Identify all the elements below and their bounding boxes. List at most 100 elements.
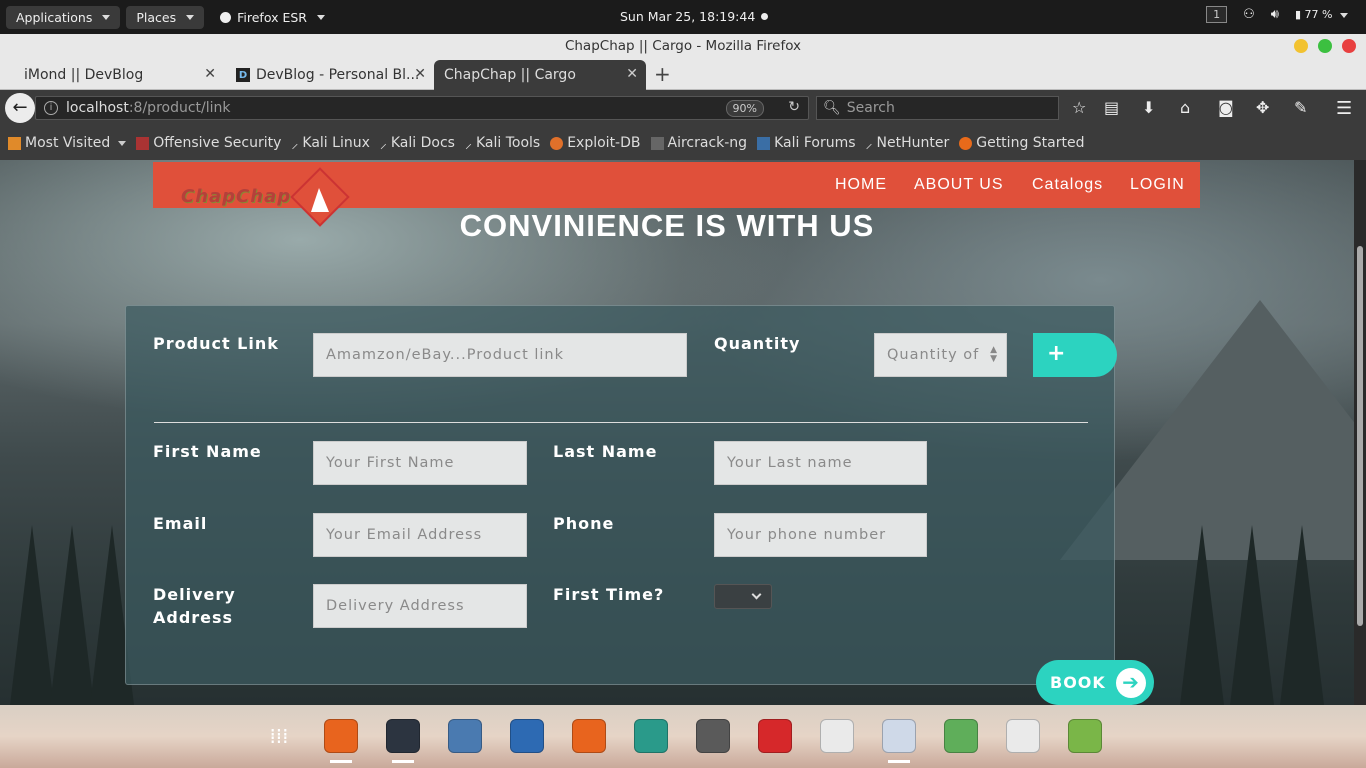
maximize-button[interactable] xyxy=(1318,39,1332,53)
bookmark-kali-tools[interactable]: ⸝ Kali Tools xyxy=(465,134,540,153)
pocket-icon[interactable]: ◙ xyxy=(1218,98,1234,117)
new-tab-button[interactable]: + xyxy=(654,62,671,86)
bookmark-getting-started[interactable]: Getting Started xyxy=(959,135,1084,151)
firefox-app-menu[interactable]: Firefox ESR xyxy=(210,6,335,29)
image-viewer-icon[interactable] xyxy=(944,719,978,753)
firefox-icon[interactable] xyxy=(324,719,358,753)
search-bar[interactable]: 🔍︎ Search xyxy=(816,96,1059,120)
extension-pen-icon[interactable]: ✎ xyxy=(1294,98,1307,117)
last-name-field[interactable] xyxy=(714,441,927,485)
bookmark-label: Exploit-DB xyxy=(567,135,641,151)
offensive-security-icon xyxy=(136,136,150,150)
bookmark-most-visited[interactable]: Most Visited xyxy=(8,135,127,151)
bookmark-kali-docs[interactable]: ⸝ Kali Docs xyxy=(380,134,455,153)
phone-input[interactable] xyxy=(727,527,926,543)
first-time-label: First Time? xyxy=(553,585,665,604)
delivery-address-field[interactable] xyxy=(313,584,527,628)
downloads-icon[interactable]: ⬇ xyxy=(1142,98,1155,117)
email-field[interactable] xyxy=(313,513,527,557)
minimize-button[interactable] xyxy=(1294,39,1308,53)
bookmark-kali-linux[interactable]: ⸝ Kali Linux xyxy=(291,134,369,153)
tab-imond-devblog[interactable]: iMond || DevBlog ✕ xyxy=(14,60,224,90)
atom-icon[interactable] xyxy=(882,719,916,753)
tab-label: DevBlog - Personal Bl... xyxy=(256,67,420,83)
chevron-down-icon xyxy=(118,140,127,146)
product-link-input[interactable] xyxy=(326,347,686,363)
volume-icon[interactable]: 🔊︎ xyxy=(1271,7,1279,22)
editor-icon[interactable] xyxy=(820,719,854,753)
chevron-down-icon xyxy=(186,14,195,20)
clock[interactable]: Sun Mar 25, 18:19:44 xyxy=(620,9,769,24)
bookmark-kali-forums[interactable]: Kali Forums xyxy=(757,135,856,151)
nav-login-link[interactable]: LOGIN xyxy=(1130,176,1185,194)
hamburger-menu-icon[interactable]: ☰ xyxy=(1336,98,1352,119)
quantity-input[interactable] xyxy=(887,347,1006,363)
add-product-button[interactable]: + xyxy=(1033,333,1117,377)
reload-icon[interactable]: ↻ xyxy=(788,99,800,115)
phone-label: Phone xyxy=(553,514,615,533)
first-name-field[interactable] xyxy=(313,441,527,485)
system-tray: 1 ⚇ 🔊︎ ▮ 77 % xyxy=(1206,6,1348,23)
site-info-icon[interactable]: i xyxy=(44,101,58,115)
home-icon[interactable]: ⌂ xyxy=(1180,98,1190,117)
scrollbar-thumb[interactable] xyxy=(1357,246,1363,626)
tab-devblog-personal[interactable]: D DevBlog - Personal Bl... ✕ xyxy=(226,60,434,90)
bookmark-offensive-security[interactable]: Offensive Security xyxy=(136,135,281,151)
tasks-icon[interactable] xyxy=(1006,719,1040,753)
terminal-icon[interactable] xyxy=(386,719,420,753)
bookmark-nethunter[interactable]: ⸝ NetHunter xyxy=(866,134,950,153)
first-name-label: First Name xyxy=(153,442,262,461)
arrow-right-icon: ➔ xyxy=(1116,668,1146,698)
delivery-address-input[interactable] xyxy=(326,598,526,614)
last-name-input[interactable] xyxy=(727,455,926,471)
armitage-icon[interactable] xyxy=(634,719,668,753)
tab-chapchap-cargo[interactable]: ChapChap || Cargo ✕ xyxy=(434,60,646,90)
first-name-input[interactable] xyxy=(326,455,526,471)
applications-menu[interactable]: Applications xyxy=(6,5,121,29)
burpsuite-icon[interactable] xyxy=(572,719,606,753)
maltego-icon[interactable] xyxy=(696,719,730,753)
quantity-field[interactable]: ▲▼ xyxy=(874,333,1007,377)
bookmark-label: Aircrack-ng xyxy=(667,135,748,151)
places-label: Places xyxy=(136,9,177,25)
zoom-indicator[interactable]: 90% xyxy=(725,100,764,117)
kali-forums-icon xyxy=(757,136,771,150)
page-scrollbar[interactable] xyxy=(1354,160,1366,705)
first-time-select[interactable] xyxy=(714,584,772,609)
back-button[interactable]: ← xyxy=(5,93,35,123)
battery-status[interactable]: ▮ 77 % xyxy=(1295,8,1348,21)
close-tab-icon[interactable]: ✕ xyxy=(414,66,426,82)
product-link-field[interactable] xyxy=(313,333,687,377)
reading-list-icon[interactable]: ▤ xyxy=(1104,98,1119,117)
close-tab-icon[interactable]: ✕ xyxy=(204,66,216,82)
android-studio-icon[interactable] xyxy=(1068,719,1102,753)
flashpoint-icon[interactable] xyxy=(758,719,792,753)
tab-label: ChapChap || Cargo xyxy=(444,67,576,83)
nav-home-link[interactable]: HOME xyxy=(835,176,887,194)
delivery-address-label: Delivery Address xyxy=(153,583,236,629)
metasploit-icon[interactable] xyxy=(510,719,544,753)
files-icon[interactable] xyxy=(448,719,482,753)
last-name-label: Last Name xyxy=(553,442,658,461)
app-grid-icon[interactable]: ⁞⁞⁞ xyxy=(262,719,296,753)
search-icon: 🔍︎ xyxy=(823,100,841,116)
kali-dragon-icon: ⸝ xyxy=(464,135,472,152)
nav-about-link[interactable]: ABOUT US xyxy=(914,176,1004,194)
network-icon[interactable]: ⚇ xyxy=(1243,7,1255,22)
places-menu[interactable]: Places xyxy=(126,5,205,29)
bookmark-label: Kali Tools xyxy=(475,135,541,151)
bookmark-star-icon[interactable]: ☆ xyxy=(1072,98,1086,117)
url-bar[interactable]: i localhost:8/product/link 90% ↻ xyxy=(35,96,809,120)
book-button[interactable]: BOOK ➔ xyxy=(1036,660,1154,705)
close-window-button[interactable] xyxy=(1342,39,1356,53)
workspace-indicator[interactable]: 1 xyxy=(1206,6,1228,23)
extension-paw-icon[interactable]: ✥ xyxy=(1256,98,1269,117)
quantity-spinner-icon[interactable]: ▲ ▼ xyxy=(990,346,998,364)
phone-field[interactable] xyxy=(714,513,927,557)
bookmarks-toolbar: Most Visited Offensive Security ⸝ Kali Li… xyxy=(0,126,1366,160)
nav-catalogs-link[interactable]: Catalogs xyxy=(1032,176,1103,194)
close-tab-icon[interactable]: ✕ xyxy=(626,66,638,82)
bookmark-exploit-db[interactable]: Exploit-DB xyxy=(550,135,641,151)
email-input[interactable] xyxy=(326,527,526,543)
bookmark-aircrack-ng[interactable]: Aircrack-ng xyxy=(650,135,748,151)
